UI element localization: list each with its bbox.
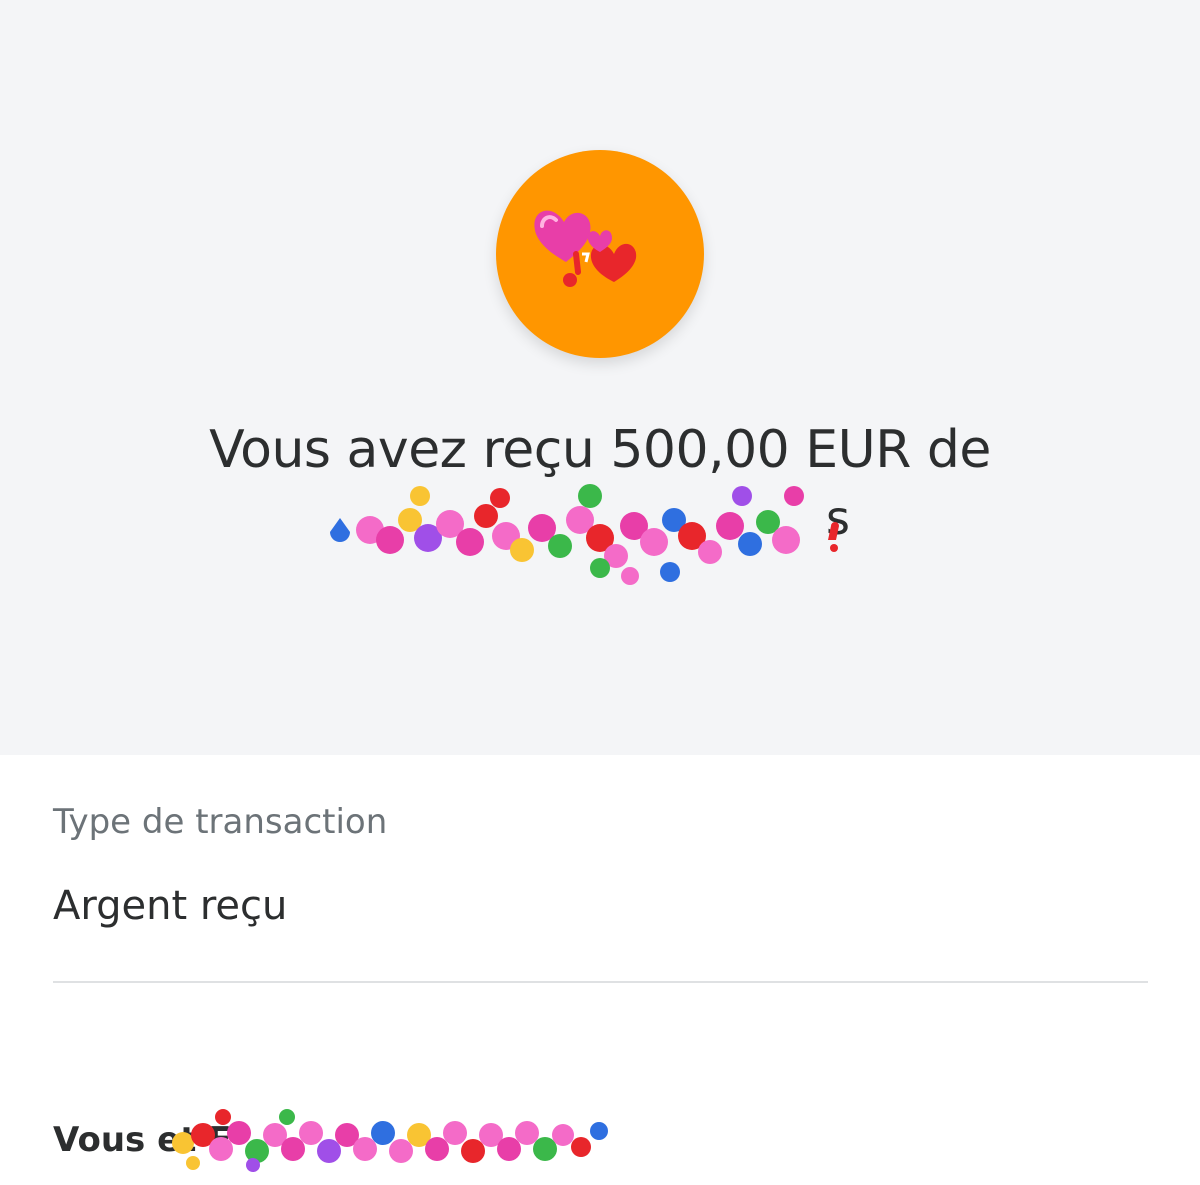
parties-heading: Vous et F [53,1105,613,1175]
transaction-type-value: Argent reçu [53,883,288,929]
transaction-hero: Vous avez reçu 500,00 EUR de s [0,0,1200,755]
received-amount-headline: Vous avez reçu 500,00 EUR de [209,420,991,480]
heart-emoji-scribble-icon [330,484,839,585]
sender-name-redacted: s [310,480,870,590]
divider [53,981,1148,983]
hearts-emoji-icon [534,210,637,287]
sender-avatar [496,150,704,358]
heart-emoji-scribble-icon [172,1109,608,1172]
transaction-type-label: Type de transaction [53,802,388,842]
